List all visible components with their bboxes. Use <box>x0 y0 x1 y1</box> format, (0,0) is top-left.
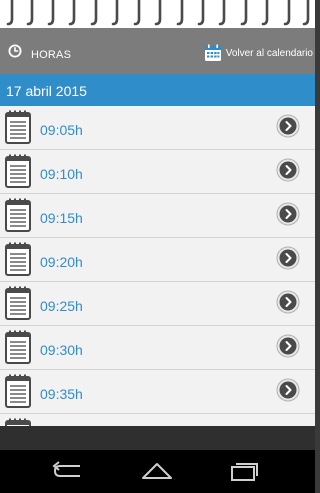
header-bar: HORAS Volver al calendario <box>0 28 315 74</box>
notepad-icon <box>5 418 31 426</box>
back-to-calendar-button[interactable]: Volver al calendario <box>204 43 313 63</box>
time-slot-label: 09:05h <box>40 122 83 138</box>
binding-ring <box>154 0 162 26</box>
binding-ring <box>261 0 269 26</box>
chevron-right-circle-icon[interactable] <box>276 246 300 270</box>
time-slot-row[interactable]: 09:30h <box>0 326 315 370</box>
time-slot-row[interactable]: 09:10h <box>0 150 315 194</box>
recents-icon[interactable] <box>228 460 260 482</box>
binding-ring <box>6 0 14 26</box>
bottom-band <box>0 426 315 450</box>
notepad-icon <box>5 374 31 408</box>
chevron-right-circle-icon[interactable] <box>276 158 300 182</box>
time-slot-label: 09:25h <box>40 298 83 314</box>
time-slot-row[interactable]: 09:35h <box>0 370 315 414</box>
time-slot-list[interactable]: 09:05h 09:10h 09:15h 09:20h 09:25h 09:30h 09:3… <box>0 106 315 426</box>
binding-ring <box>111 0 119 26</box>
notepad-icon <box>5 330 31 364</box>
time-slot-label: 09:10h <box>40 166 83 182</box>
binding-ring <box>26 0 34 26</box>
time-slot-label: 09:35h <box>40 386 83 402</box>
binding-ring <box>90 0 98 26</box>
chevron-right-circle-icon[interactable] <box>276 378 300 402</box>
time-slot-row[interactable]: 09:25h <box>0 282 315 326</box>
binding-ring <box>47 0 55 26</box>
clock-icon <box>8 44 22 58</box>
back-to-calendar-label: Volver al calendario <box>225 47 313 59</box>
notepad-icon <box>5 154 31 188</box>
notepad-icon <box>5 198 31 232</box>
back-icon[interactable] <box>50 460 86 482</box>
selected-date: 17 abril 2015 <box>6 83 87 99</box>
binding-ring <box>218 0 226 26</box>
time-slot-label: 09:15h <box>40 210 83 226</box>
chevron-right-circle-icon[interactable] <box>276 334 300 358</box>
binding-ring <box>302 0 310 26</box>
chevron-right-circle-icon[interactable] <box>276 202 300 226</box>
time-slot-row[interactable]: 09:15h <box>0 194 315 238</box>
binding-ring <box>283 0 291 26</box>
chevron-right-circle-icon[interactable] <box>276 114 300 138</box>
notepad-icon <box>5 110 31 144</box>
binding-ring <box>240 0 248 26</box>
binding-ring <box>133 0 141 26</box>
binding-ring <box>176 0 184 26</box>
time-slot-label: 09:30h <box>40 342 83 358</box>
navigation-bar <box>0 450 315 493</box>
time-slot-row[interactable]: 09:05h <box>0 106 315 150</box>
time-slot-label: 09:20h <box>40 254 83 270</box>
binding-ring <box>68 0 76 26</box>
chevron-right-circle-icon[interactable] <box>276 290 300 314</box>
time-slot-row[interactable] <box>0 414 315 426</box>
time-slot-row[interactable]: 09:20h <box>0 238 315 282</box>
date-bar: 17 abril 2015 <box>0 74 315 106</box>
calendar-icon <box>204 44 221 61</box>
home-icon[interactable] <box>140 460 174 482</box>
page-title: HORAS <box>31 49 72 61</box>
notepad-icon <box>5 286 31 320</box>
binding-ring <box>197 0 205 26</box>
notepad-icon <box>5 242 31 276</box>
